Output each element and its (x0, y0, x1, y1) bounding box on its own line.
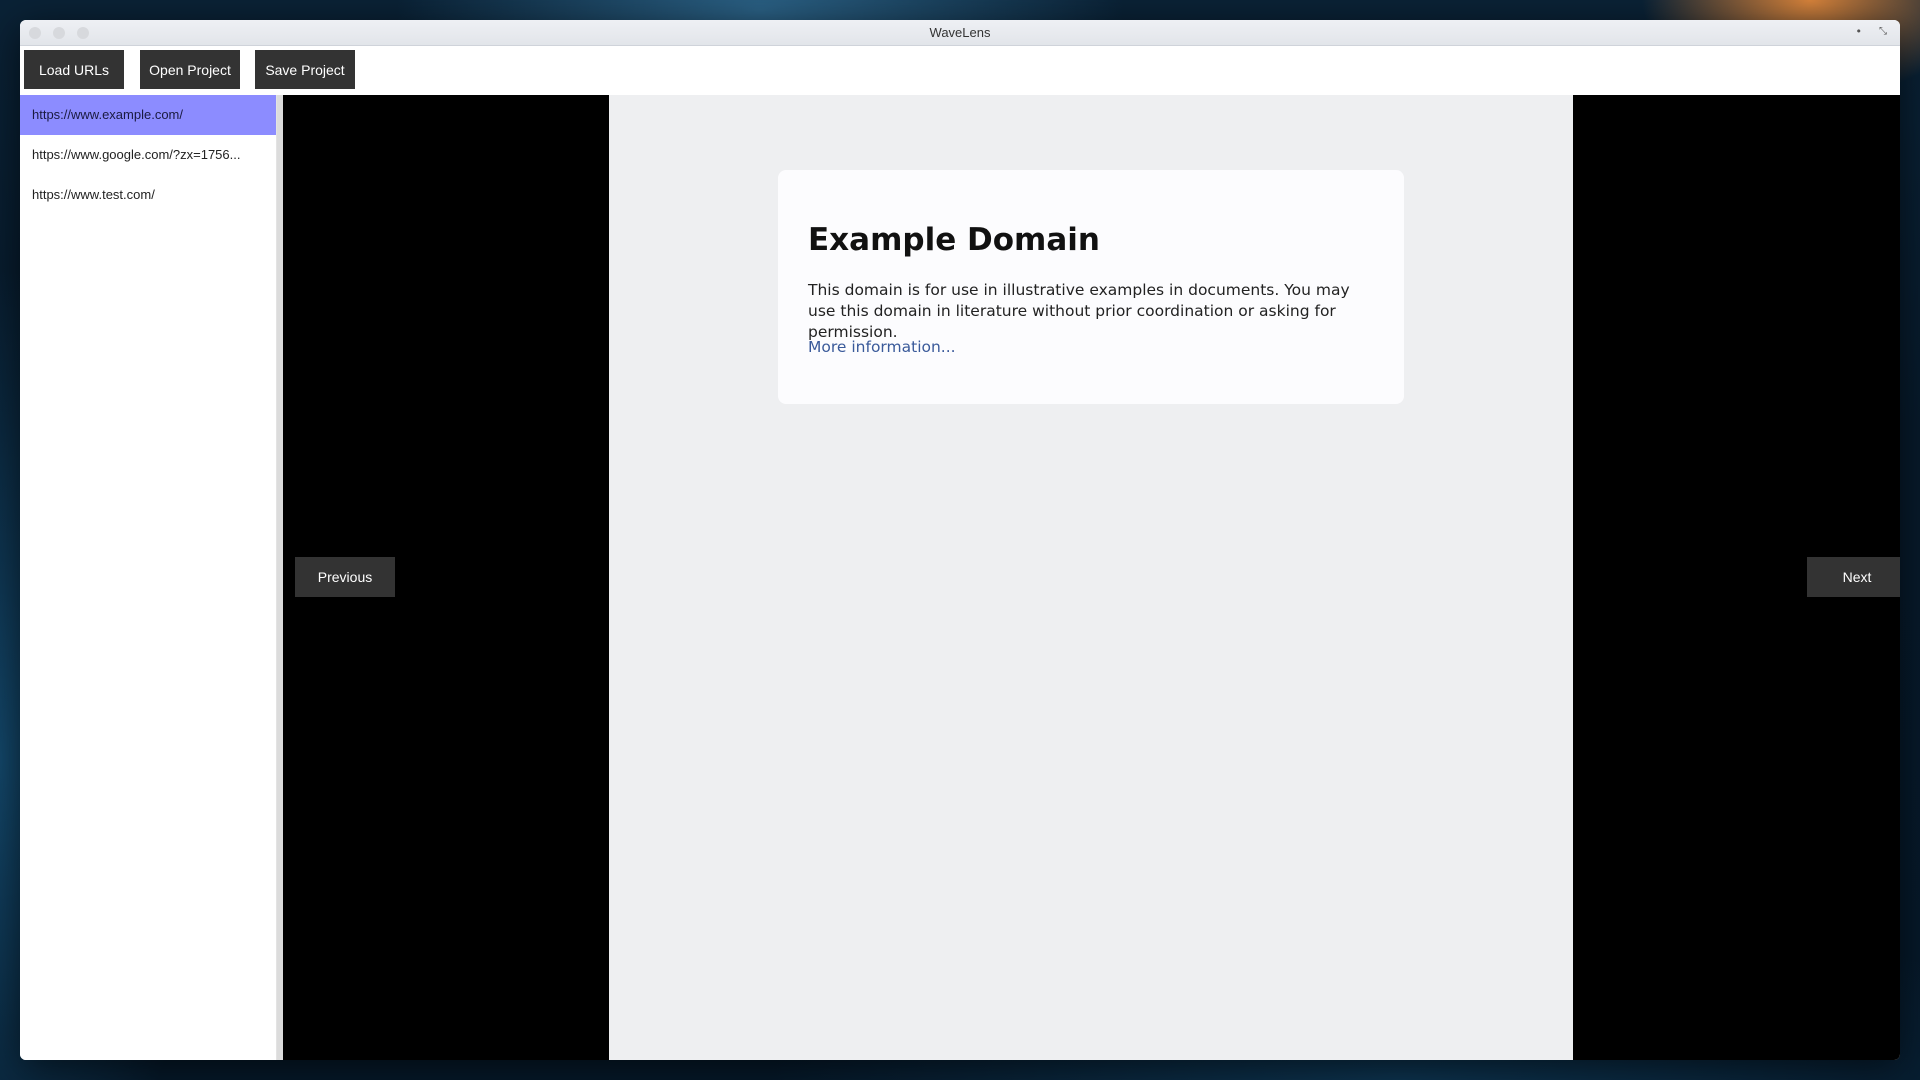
content-card: Example Domain This domain is for use in… (778, 170, 1404, 404)
page-heading: Example Domain (808, 222, 1100, 258)
title-bar: WaveLens • ⤡ (20, 20, 1900, 46)
url-list-item[interactable]: https://www.test.com/ (20, 175, 276, 215)
next-button[interactable]: Next (1807, 557, 1900, 597)
save-project-button[interactable]: Save Project (255, 50, 355, 89)
url-list: https://www.example.com/ https://www.goo… (20, 95, 277, 1060)
web-viewer: Example Domain This domain is for use in… (283, 95, 1900, 1060)
fullscreen-icon[interactable]: ⤡ (1876, 24, 1890, 38)
window-title: WaveLens (929, 25, 991, 40)
app-window: WaveLens • ⤡ Load URLs Open Project Save… (20, 20, 1900, 1060)
more-information-link[interactable]: More information... (808, 338, 956, 356)
page-body-text: This domain is for use in illustrative e… (808, 281, 1350, 341)
open-project-button[interactable]: Open Project (140, 50, 240, 89)
previous-button[interactable]: Previous (295, 557, 395, 597)
toolbar: Load URLs Open Project Save Project (20, 46, 1900, 99)
web-page: Example Domain This domain is for use in… (609, 95, 1573, 1060)
dot-icon[interactable]: • (1856, 24, 1863, 40)
load-urls-button[interactable]: Load URLs (24, 50, 124, 89)
url-list-item[interactable]: https://www.example.com/ (20, 95, 276, 135)
url-list-item[interactable]: https://www.google.com/?zx=1756... (20, 135, 276, 175)
